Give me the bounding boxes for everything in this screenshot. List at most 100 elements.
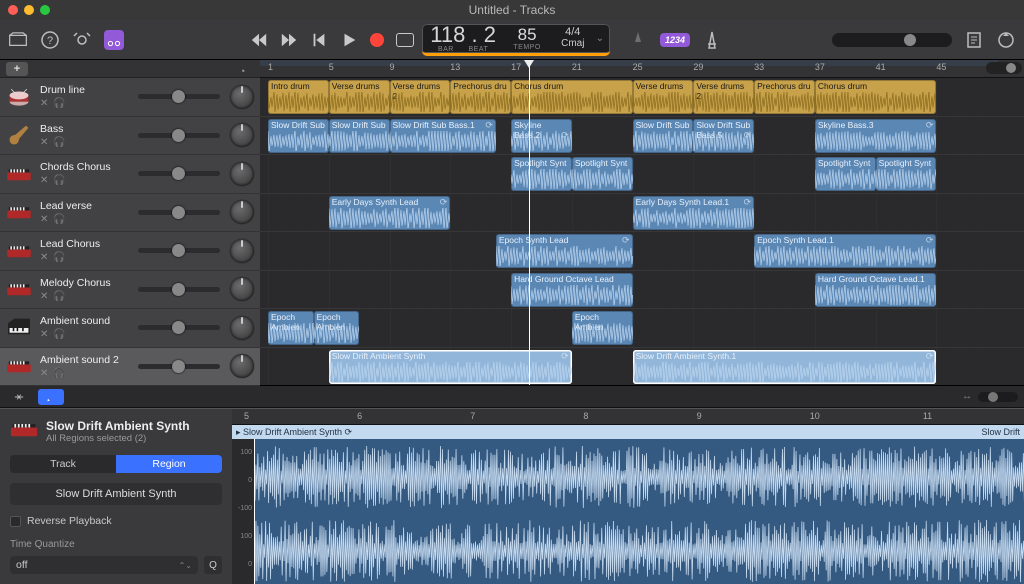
audio-region[interactable]: Prechorus dru (754, 80, 815, 114)
track-pan-knob[interactable] (230, 277, 254, 301)
track-instrument-icon[interactable] (4, 351, 34, 381)
track-instrument-icon[interactable] (4, 82, 34, 112)
audio-region[interactable]: Verse drums (633, 80, 694, 114)
audio-region[interactable]: Skyline Bass.3⟳ (815, 119, 937, 153)
scissors-tool-icon[interactable] (104, 30, 124, 50)
track-volume-slider[interactable] (138, 364, 220, 369)
mute-button[interactable]: ✕ (40, 329, 48, 340)
track-instrument-icon[interactable] (4, 197, 34, 227)
track-instrument-icon[interactable] (4, 236, 34, 266)
track-header[interactable]: Ambient sound 2 ✕ 🎧 (0, 348, 260, 387)
track-header[interactable]: Melody Chorus✕🎧 (0, 271, 260, 310)
play-button[interactable] (340, 31, 358, 49)
track-pan-knob[interactable] (230, 200, 254, 224)
checkbox-icon[interactable] (10, 516, 21, 527)
track-lanes[interactable]: Intro drumVerse drumsVerse drums 2Precho… (260, 78, 1024, 385)
solo-button[interactable]: 🎧 (53, 368, 65, 379)
audio-region[interactable]: Epoch Ambien (268, 311, 314, 345)
solo-button[interactable]: 🎧 (53, 137, 65, 148)
lcd-key[interactable]: Cmaj (550, 39, 596, 50)
mute-button[interactable]: ✕ (40, 175, 48, 186)
track-pan-knob[interactable] (230, 85, 254, 109)
audio-region[interactable]: Skyline Bass.2⟳ (511, 119, 572, 153)
track-volume-slider[interactable] (138, 171, 220, 176)
add-track-button[interactable]: + (6, 62, 28, 76)
track-header[interactable]: Lead verse✕🎧 (0, 194, 260, 233)
region-name-field[interactable]: Slow Drift Ambient Synth (10, 483, 222, 505)
reverse-playback-checkbox[interactable]: Reverse Playback (10, 515, 222, 527)
editor-bar-ruler[interactable]: 567891011 (232, 409, 1024, 425)
track-name-label[interactable]: Drum line (40, 84, 128, 96)
library-icon[interactable] (8, 30, 28, 50)
zoom-window-button[interactable] (40, 5, 50, 15)
audio-region[interactable]: Slow Drift Ambient Synth.1⟳ (633, 350, 937, 384)
zoom-xy-icon[interactable]: ↔ (962, 391, 972, 402)
audio-region[interactable]: Slow Drift Sub (329, 119, 390, 153)
audio-region[interactable]: Chorus drum (815, 80, 937, 114)
track-name-label[interactable]: Ambient sound 2 (40, 354, 128, 366)
track-name-label[interactable]: Lead Chorus (40, 238, 128, 250)
audio-region[interactable]: Slow Drift Sub Bass.1⟳ (390, 119, 496, 153)
solo-button[interactable]: 🎧 (53, 98, 65, 109)
settings-icon[interactable] (72, 30, 92, 50)
audio-region[interactable]: Epoch Synth Lead⟳ (496, 234, 633, 268)
audio-region[interactable]: Spotlight Synt (815, 157, 876, 191)
track-volume-slider[interactable] (138, 133, 220, 138)
editor-region-header[interactable]: ▸ Slow Drift Ambient Synth ⟳ Slow Drift (232, 425, 1024, 439)
tuner-icon[interactable] (628, 30, 648, 50)
mute-button[interactable]: ✕ (40, 368, 48, 379)
audio-region[interactable]: Early Days Synth Lead⟳ (329, 196, 451, 230)
track-instrument-icon[interactable] (4, 313, 34, 343)
loop-browser-icon[interactable] (996, 30, 1016, 50)
lcd-tempo[interactable]: 85 (504, 26, 550, 44)
playhead[interactable] (529, 60, 530, 385)
track-volume-slider[interactable] (138, 287, 220, 292)
track-header[interactable]: Chords Chorus ✕ 🎧 (0, 155, 260, 194)
audio-region[interactable]: Verse drums (329, 80, 390, 114)
audio-region[interactable]: Epoch Ambien (572, 311, 633, 345)
audio-region[interactable]: Early Days Synth Lead.1⟳ (633, 196, 755, 230)
audio-region[interactable]: Epoch Ambien (314, 311, 360, 345)
track-name-label[interactable]: Melody Chorus (40, 277, 128, 289)
track-volume-slider[interactable] (138, 325, 220, 330)
mute-button[interactable]: ✕ (40, 291, 48, 302)
close-window-button[interactable] (8, 5, 18, 15)
editor-waveform-area[interactable]: 1000-1001000-100 (232, 439, 1024, 584)
audio-region[interactable]: Spotlight Synt (876, 157, 937, 191)
solo-button[interactable]: 🎧 (53, 175, 65, 186)
master-volume-slider[interactable] (832, 33, 952, 47)
editor-tab-region-icon[interactable] (38, 389, 64, 405)
track-name-label[interactable]: Chords Chorus (40, 161, 128, 173)
track-header[interactable]: Drum line ✕ 🎧 (0, 78, 260, 117)
audio-region[interactable]: Epoch Synth Lead.1⟳ (754, 234, 936, 268)
lcd-menu-chevron-icon[interactable]: ⌄ (596, 33, 610, 44)
bar-ruler[interactable]: 159131721252933374145 (260, 60, 1024, 78)
go-to-start-button[interactable] (310, 31, 328, 49)
track-pan-knob[interactable] (230, 162, 254, 186)
track-volume-slider[interactable] (138, 94, 220, 99)
track-instrument-icon[interactable] (4, 274, 34, 304)
solo-button[interactable]: 🎧 (53, 329, 65, 340)
audio-region[interactable]: Verse drums 2 (693, 80, 754, 114)
track-pan-knob[interactable] (230, 239, 254, 263)
track-pan-knob[interactable] (230, 316, 254, 340)
help-icon[interactable]: ? (40, 30, 60, 50)
track-instrument-icon[interactable] (4, 120, 34, 150)
audio-editor[interactable]: 567891011 ▸ Slow Drift Ambient Synth ⟳ S… (232, 409, 1024, 584)
editor-tab-scissors-icon[interactable] (6, 389, 32, 405)
audio-region[interactable]: Spotlight Synt (511, 157, 572, 191)
fast-forward-button[interactable] (280, 31, 298, 49)
track-name-label[interactable]: Ambient sound (40, 315, 128, 327)
audio-region[interactable]: Slow Drift Sub (268, 119, 329, 153)
editor-playhead[interactable] (254, 439, 255, 584)
editor-zoom-slider[interactable] (978, 392, 1018, 402)
notepad-icon[interactable] (964, 30, 984, 50)
track-instrument-icon[interactable] (4, 159, 34, 189)
mute-button[interactable]: ✕ (40, 98, 48, 109)
audio-region[interactable]: Spotlight Synt (572, 157, 633, 191)
track-name-label[interactable]: Lead verse (40, 200, 128, 212)
arrangement-marker[interactable] (260, 60, 998, 66)
cycle-button[interactable] (396, 33, 414, 47)
timeline[interactable]: 159131721252933374145 Intro drumVerse dr… (260, 60, 1024, 385)
track-header[interactable]: Bass✕🎧 (0, 117, 260, 156)
